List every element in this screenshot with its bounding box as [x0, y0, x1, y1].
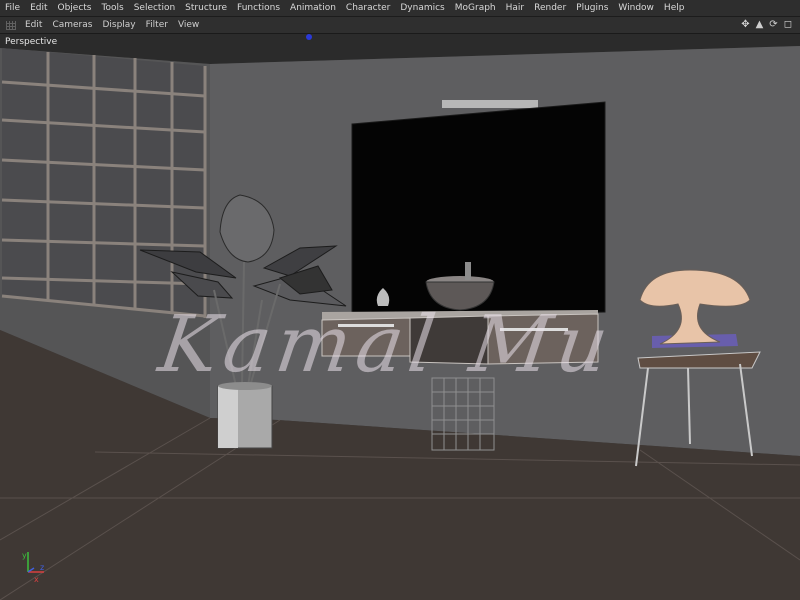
view-menu-edit[interactable]: Edit — [20, 20, 47, 30]
zoom-icon[interactable]: ▲ — [756, 18, 764, 31]
window-grid — [1, 48, 207, 318]
move-icon[interactable]: ✥ — [741, 18, 749, 31]
view-menu-cameras[interactable]: Cameras — [47, 20, 97, 30]
view-menu-filter[interactable]: Filter — [141, 20, 173, 30]
main-menubar: File Edit Objects Tools Selection Struct… — [0, 0, 800, 17]
menu-functions[interactable]: Functions — [232, 3, 285, 13]
menu-edit[interactable]: Edit — [25, 3, 52, 13]
menu-render[interactable]: Render — [529, 3, 571, 13]
menu-dynamics[interactable]: Dynamics — [395, 3, 449, 13]
menu-character[interactable]: Character — [341, 3, 395, 13]
menu-tools[interactable]: Tools — [97, 3, 129, 13]
menu-file[interactable]: File — [0, 3, 25, 13]
menu-structure[interactable]: Structure — [180, 3, 232, 13]
watermark-text: Kamal Mu — [153, 300, 620, 390]
maximize-icon[interactable]: ◻ — [784, 18, 792, 31]
axis-y-label: y — [22, 551, 27, 560]
wall-lamp — [442, 100, 538, 108]
viewport-menubar: Edit Cameras Display Filter View ✥ ▲ ⟳ ◻ — [0, 17, 800, 34]
grip-icon[interactable] — [6, 20, 16, 30]
view-menu-view[interactable]: View — [173, 20, 204, 30]
menu-objects[interactable]: Objects — [53, 3, 97, 13]
view-menu-display[interactable]: Display — [97, 20, 140, 30]
axis-x-label: x — [34, 575, 39, 584]
viewport-nav-icons: ✥ ▲ ⟳ ◻ — [741, 18, 792, 31]
menu-mograph[interactable]: MoGraph — [450, 3, 501, 13]
viewport-label: Perspective — [5, 37, 58, 47]
axis-gizmo: y x z — [22, 551, 44, 584]
rotate-icon[interactable]: ⟳ — [769, 18, 777, 31]
axis-z-label: z — [40, 563, 44, 572]
camera-target-dot — [306, 34, 312, 40]
menu-help[interactable]: Help — [659, 3, 690, 13]
menu-animation[interactable]: Animation — [285, 3, 341, 13]
menu-plugins[interactable]: Plugins — [571, 3, 613, 13]
menu-window[interactable]: Window — [613, 3, 659, 13]
menu-hair[interactable]: Hair — [501, 3, 529, 13]
menu-selection[interactable]: Selection — [129, 3, 180, 13]
